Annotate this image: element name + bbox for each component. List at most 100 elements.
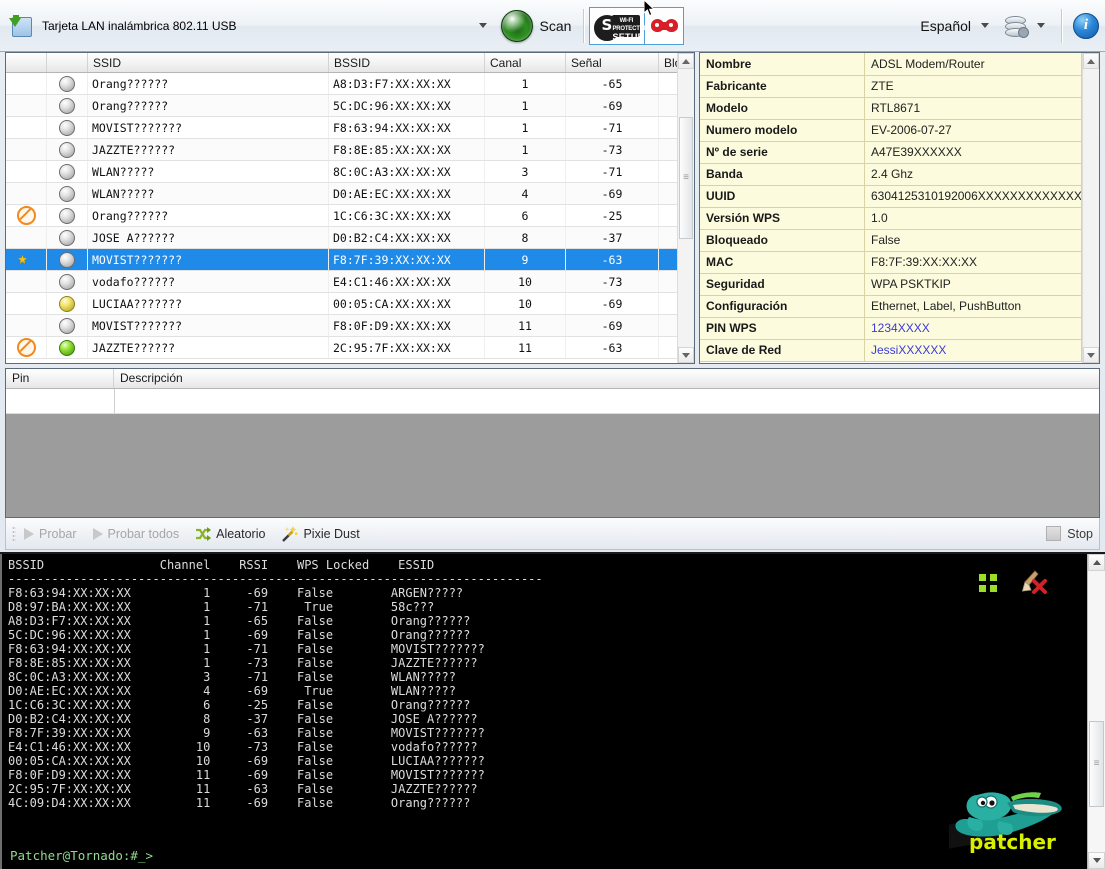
probar-todos-button[interactable]: Probar todos xyxy=(92,527,179,541)
row-flag-cell[interactable] xyxy=(6,160,47,183)
row-ssid-cell[interactable]: vodafo?????? xyxy=(87,270,329,293)
console-scrollbar-thumb[interactable] xyxy=(1089,721,1104,807)
row-bssid-cell[interactable]: 00:05:CA:XX:XX:XX xyxy=(328,292,485,315)
row-flag-cell[interactable] xyxy=(6,94,47,117)
column-header-ssid[interactable]: SSID xyxy=(87,53,329,73)
row-senal-cell[interactable]: -63 xyxy=(565,248,659,271)
column-header-senal[interactable]: Señal xyxy=(565,53,659,73)
column-header-bloqueado[interactable]: Bloqueado xyxy=(658,53,677,73)
scroll-down-button[interactable] xyxy=(678,347,694,363)
row-canal-cell[interactable]: 1 xyxy=(484,94,566,117)
language-chevron-down-icon[interactable] xyxy=(981,23,989,28)
table-row[interactable]: JOSE A?????? D0:B2:C4:XX:XX:XX 8 -37 xyxy=(6,226,677,249)
table-row[interactable]: Orang?????? A8:D3:F7:XX:XX:XX 1 -65 xyxy=(6,72,677,95)
row-bloqueado-cell[interactable] xyxy=(658,204,677,227)
row-canal-cell[interactable]: 11 xyxy=(484,336,566,359)
row-bssid-cell[interactable]: 8C:0C:A3:XX:XX:XX xyxy=(328,160,485,183)
row-senal-cell[interactable]: -69 xyxy=(565,182,659,205)
column-header-bssid[interactable]: BSSID xyxy=(328,53,485,73)
table-row[interactable]: JAZZTE?????? F8:8E:85:XX:XX:XX 1 -73 xyxy=(6,138,677,161)
pixie-dust-button[interactable]: Pixie Dust xyxy=(281,525,360,542)
language-selector-label[interactable]: Español xyxy=(920,18,971,34)
row-senal-cell[interactable]: -69 xyxy=(565,314,659,337)
row-bssid-cell[interactable]: 1C:C6:3C:XX:XX:XX xyxy=(328,204,485,227)
column-header-signal[interactable] xyxy=(46,53,88,73)
row-ssid-cell[interactable]: JAZZTE?????? xyxy=(87,138,329,161)
row-ssid-cell[interactable]: JAZZTE?????? xyxy=(87,336,329,359)
pins-row[interactable] xyxy=(6,389,1099,414)
database-icon[interactable] xyxy=(1003,14,1029,38)
scrollbar-thumb[interactable] xyxy=(679,117,693,239)
row-senal-cell[interactable]: -69 xyxy=(565,292,659,315)
row-ssid-cell[interactable]: LUCIAA??????? xyxy=(87,292,329,315)
adapter-dropdown-chevron-down-icon[interactable] xyxy=(478,23,487,28)
scan-button[interactable]: Scan xyxy=(499,8,580,44)
pins-column-header-pin[interactable]: Pin xyxy=(6,369,114,388)
toolbar-grip-handle[interactable] xyxy=(12,525,16,542)
table-row[interactable]: WLAN????? D0:AE:EC:XX:XX:XX 4 -69 xyxy=(6,182,677,205)
row-ssid-cell[interactable]: Orang?????? xyxy=(87,204,329,227)
row-bssid-cell[interactable]: F8:63:94:XX:XX:XX xyxy=(328,116,485,139)
row-ssid-cell[interactable]: MOVIST??????? xyxy=(87,116,329,139)
scroll-up-button[interactable] xyxy=(678,53,694,69)
row-bloqueado-cell[interactable] xyxy=(658,138,677,161)
row-ssid-cell[interactable]: MOVIST??????? xyxy=(87,314,329,337)
database-chevron-down-icon[interactable] xyxy=(1037,23,1045,28)
expand-arrows-icon[interactable] xyxy=(977,572,999,594)
row-bloqueado-cell[interactable] xyxy=(658,72,677,95)
console-scrollbar-track[interactable] xyxy=(1088,571,1105,852)
row-flag-cell[interactable] xyxy=(6,270,47,293)
row-bloqueado-cell[interactable] xyxy=(658,336,677,359)
row-bloqueado-cell[interactable] xyxy=(658,182,677,205)
info-value[interactable]: 1234XXXX xyxy=(864,317,1082,340)
info-scroll-up-button[interactable] xyxy=(1082,53,1099,69)
mask-button[interactable] xyxy=(645,7,684,44)
row-flag-cell[interactable] xyxy=(6,204,47,227)
row-flag-cell[interactable] xyxy=(6,182,47,205)
row-senal-cell[interactable]: -63 xyxy=(565,336,659,359)
row-bssid-cell[interactable]: F8:8E:85:XX:XX:XX xyxy=(328,138,485,161)
row-bssid-cell[interactable]: D0:AE:EC:XX:XX:XX xyxy=(328,182,485,205)
column-header-canal[interactable]: Canal xyxy=(484,53,566,73)
table-row[interactable]: Orang?????? 5C:DC:96:XX:XX:XX 1 -69 xyxy=(6,94,677,117)
row-bloqueado-cell[interactable] xyxy=(658,226,677,249)
row-flag-cell[interactable] xyxy=(6,138,47,161)
info-vertical-scrollbar[interactable] xyxy=(1081,53,1099,363)
row-senal-cell[interactable]: -25 xyxy=(565,204,659,227)
table-row[interactable]: MOVIST??????? F8:63:94:XX:XX:XX 1 -71 xyxy=(6,116,677,139)
row-bssid-cell[interactable]: E4:C1:46:XX:XX:XX xyxy=(328,270,485,293)
row-senal-cell[interactable]: -71 xyxy=(565,160,659,183)
row-senal-cell[interactable]: -73 xyxy=(565,138,659,161)
row-senal-cell[interactable]: -73 xyxy=(565,270,659,293)
table-row[interactable]: MOVIST??????? F8:7F:39:XX:XX:XX 9 -63 xyxy=(6,248,677,271)
row-canal-cell[interactable]: 11 xyxy=(484,314,566,337)
row-bloqueado-cell[interactable] xyxy=(658,116,677,139)
console-scroll-up-button[interactable] xyxy=(1088,554,1105,571)
row-bssid-cell[interactable]: A8:D3:F7:XX:XX:XX xyxy=(328,72,485,95)
table-row[interactable]: JAZZTE?????? 2C:95:7F:XX:XX:XX 11 -63 xyxy=(6,336,677,359)
row-flag-cell[interactable] xyxy=(6,314,47,337)
table-row[interactable]: vodafo?????? E4:C1:46:XX:XX:XX 10 -73 xyxy=(6,270,677,293)
row-bloqueado-cell[interactable] xyxy=(658,314,677,337)
row-ssid-cell[interactable]: JOSE A?????? xyxy=(87,226,329,249)
row-bssid-cell[interactable]: D0:B2:C4:XX:XX:XX xyxy=(328,226,485,249)
row-canal-cell[interactable]: 6 xyxy=(484,204,566,227)
scrollbar-track[interactable] xyxy=(678,69,694,347)
stop-button[interactable]: Stop xyxy=(1046,526,1093,541)
row-canal-cell[interactable]: 1 xyxy=(484,116,566,139)
row-bssid-cell[interactable]: 5C:DC:96:XX:XX:XX xyxy=(328,94,485,117)
row-bloqueado-cell[interactable] xyxy=(658,270,677,293)
info-value[interactable]: JessiXXXXXX xyxy=(864,339,1082,362)
row-canal-cell[interactable]: 1 xyxy=(484,138,566,161)
row-senal-cell[interactable]: -37 xyxy=(565,226,659,249)
column-header-flag[interactable] xyxy=(6,53,47,73)
row-bloqueado-cell[interactable] xyxy=(658,160,677,183)
table-row[interactable]: LUCIAA??????? 00:05:CA:XX:XX:XX 10 -69 xyxy=(6,292,677,315)
row-senal-cell[interactable]: -71 xyxy=(565,116,659,139)
console-scroll-down-button[interactable] xyxy=(1088,852,1105,869)
row-bloqueado-cell[interactable] xyxy=(658,292,677,315)
row-ssid-cell[interactable]: Orang?????? xyxy=(87,72,329,95)
networks-grid[interactable]: SSID BSSID Canal Señal Bloqueado Orang??… xyxy=(6,53,677,363)
row-flag-cell[interactable] xyxy=(6,72,47,95)
row-canal-cell[interactable]: 10 xyxy=(484,292,566,315)
